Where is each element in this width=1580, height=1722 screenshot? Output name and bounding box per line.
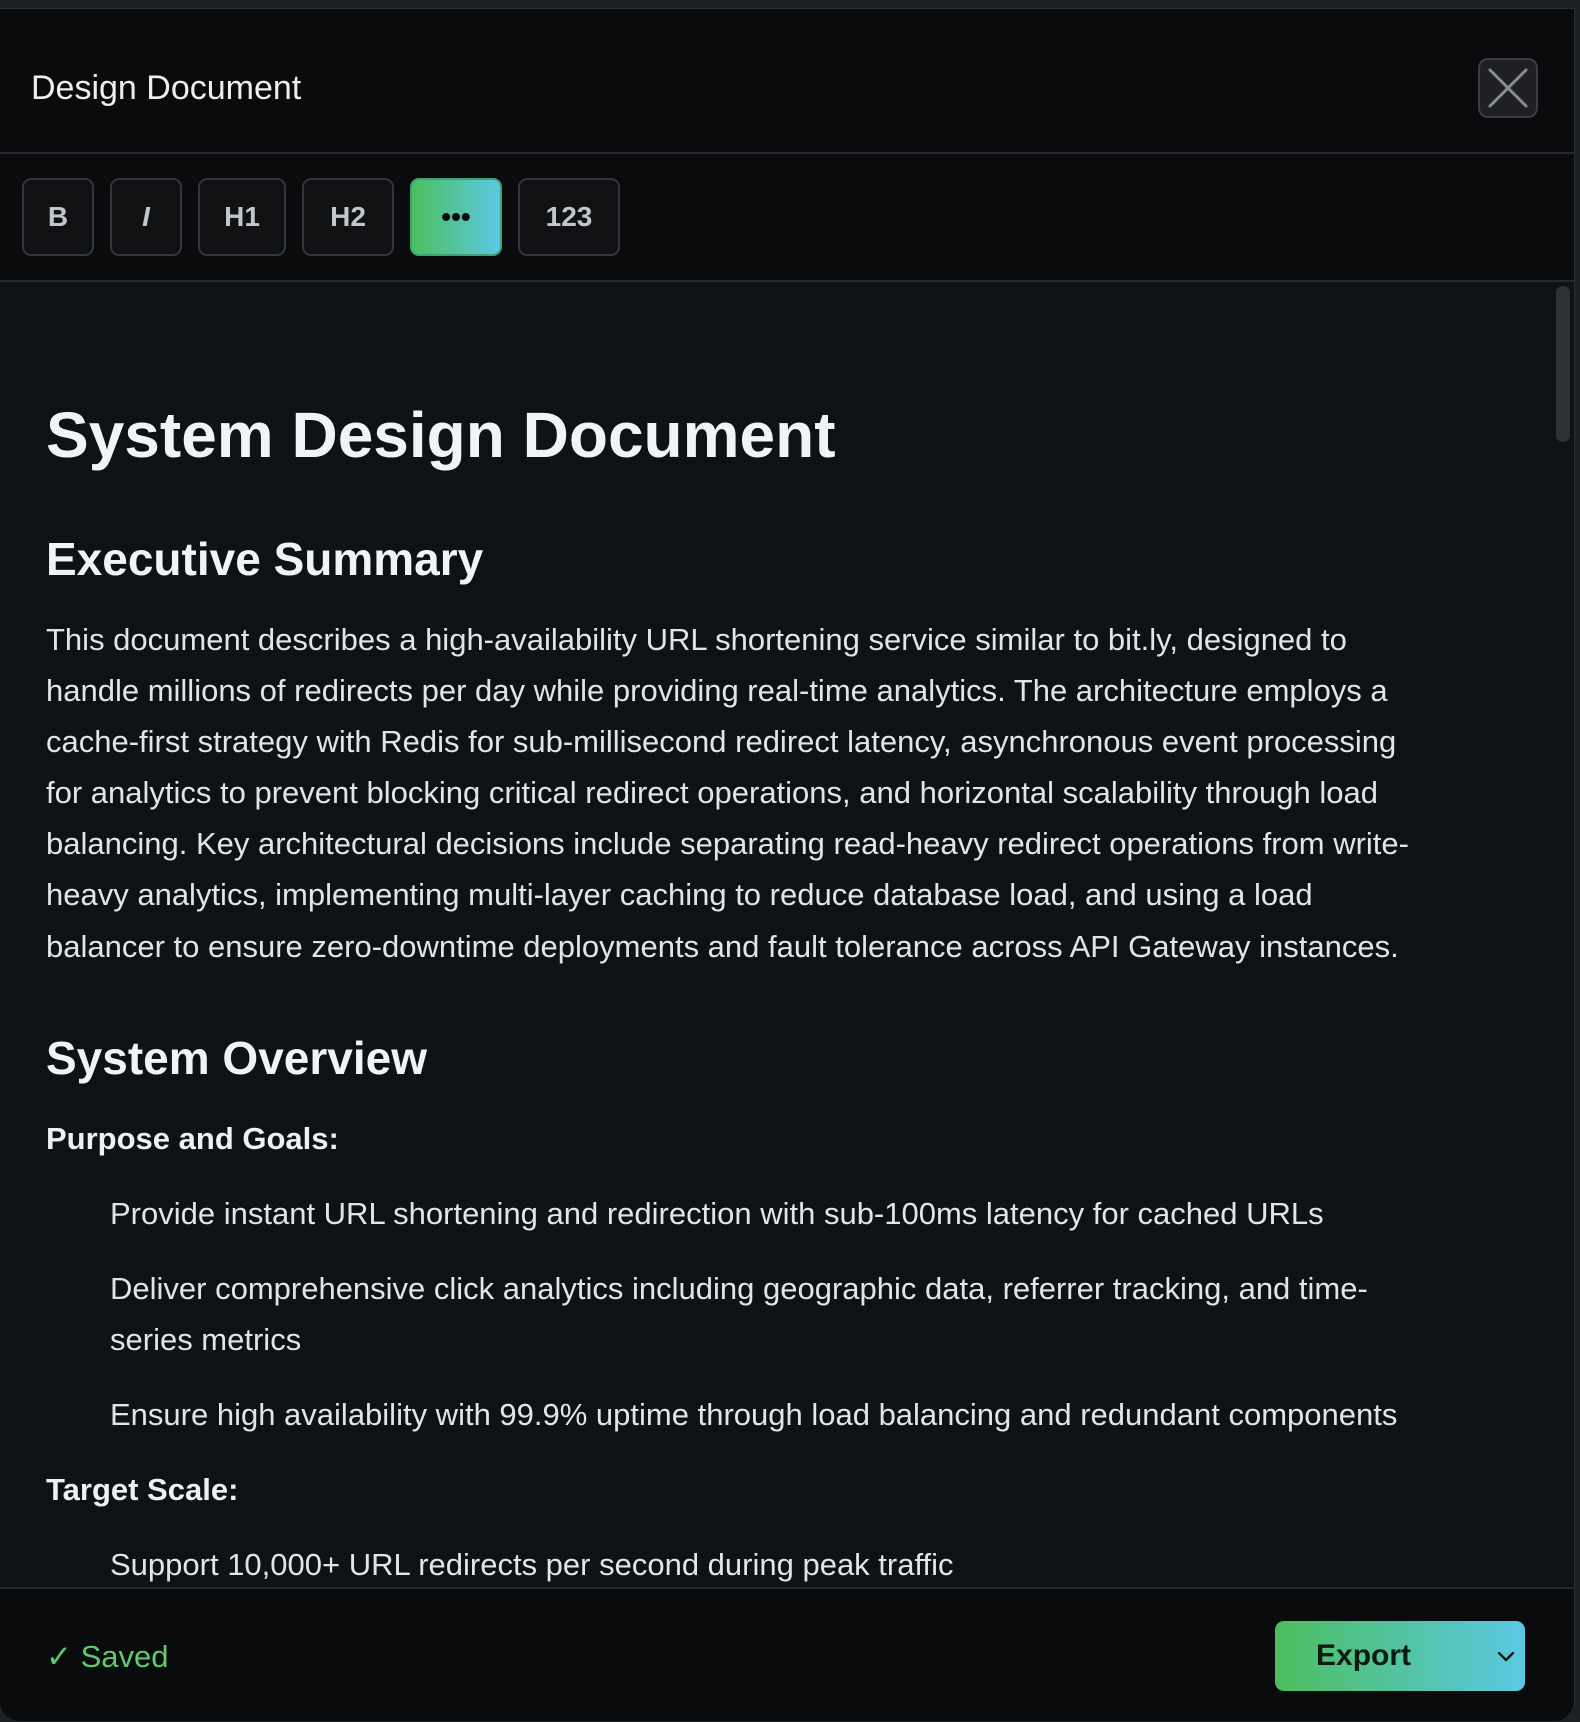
numbered-list-button[interactable]: 123 [518,178,620,256]
section-heading-system-overview: System Overview [46,1032,428,1084]
saved-status: ✓ Saved [46,1639,169,1674]
export-button[interactable]: Export [1275,1621,1525,1691]
paragraph-line: balancing. Key architectural decisions i… [46,826,1409,861]
list-item: Provide instant URL shortening and redir… [110,1196,1324,1231]
target-scale-label: Target Scale: [46,1472,239,1507]
window-title: Design Document [31,69,302,107]
document-title: System Design Document [46,399,836,471]
chevron-down-icon[interactable] [1495,1645,1517,1667]
editor-footer: ✓ Saved Export [0,1587,1574,1721]
export-label: Export [1316,1639,1412,1672]
paragraph-line: for analytics to prevent blocking critic… [46,775,1378,810]
section-heading-executive-summary: Executive Summary [46,533,484,585]
paragraph-line: This document describes a high-availabil… [46,622,1347,657]
document-content[interactable]: System Design Document Executive Summary… [0,282,1574,1587]
list-item: Support 10,000+ URL redirects per second… [110,1547,954,1582]
paragraph-line: handle millions of redirects per day whi… [46,673,1388,708]
formatting-toolbar: B I H1 H2 ••• 123 [0,154,1574,282]
purpose-label: Purpose and Goals: [46,1121,339,1156]
more-options-button[interactable]: ••• [410,178,502,256]
close-button[interactable] [1478,58,1538,118]
list-item-continuation: series metrics [110,1322,302,1357]
paragraph-line: cache-first strategy with Redis for sub-… [46,724,1397,759]
scrollbar-thumb[interactable] [1556,286,1570,442]
paragraph-line: balancer to ensure zero-downtime deploym… [46,929,1399,964]
bold-button[interactable]: B [22,178,94,256]
editor-window: Design Document B I H1 H2 ••• 123 System… [0,8,1575,1721]
list-item: Ensure high availability with 99.9% upti… [110,1397,1398,1432]
heading2-button[interactable]: H2 [302,178,394,256]
paragraph-line: heavy analytics, implementing multi-laye… [46,877,1313,912]
list-item: Deliver comprehensive click analytics in… [110,1271,1368,1306]
heading1-button[interactable]: H1 [198,178,286,256]
close-icon [1488,68,1528,108]
window-header: Design Document [0,9,1574,154]
italic-button[interactable]: I [110,178,182,256]
